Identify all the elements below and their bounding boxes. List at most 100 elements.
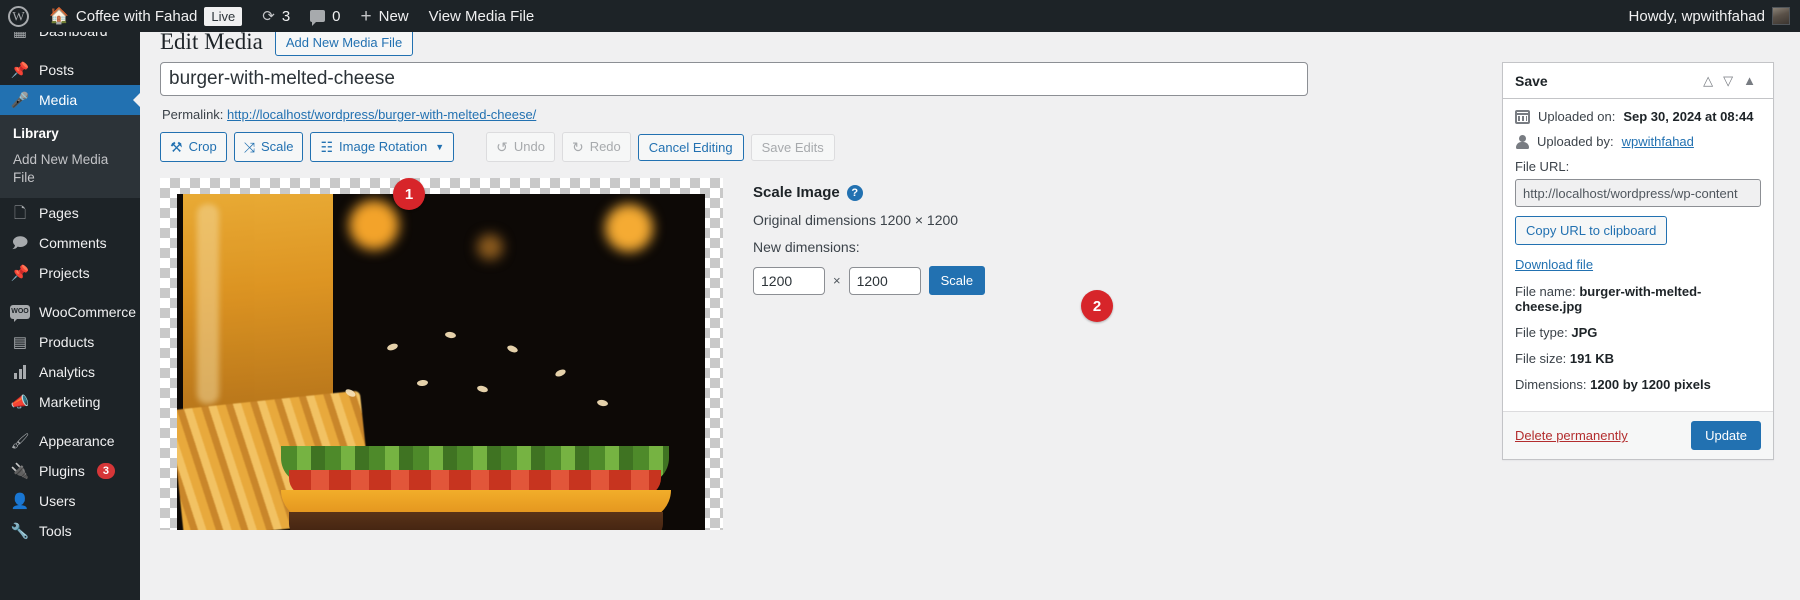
image-rotation-button[interactable]: ☷ Image Rotation ▼ bbox=[310, 132, 454, 162]
admin-sidebar: ▦ Dashboard 📌 Posts 🎤 Media Library Add … bbox=[0, 32, 140, 600]
burger-bun-top bbox=[295, 310, 655, 460]
download-file-link[interactable]: Download file bbox=[1515, 257, 1761, 272]
account-menu[interactable]: Howdy, wpwithfahad bbox=[1619, 0, 1800, 32]
bokeh-light bbox=[477, 234, 503, 260]
calendar-icon bbox=[1515, 110, 1530, 124]
help-icon[interactable]: ? bbox=[847, 185, 863, 201]
file-type-value: JPG bbox=[1571, 325, 1597, 340]
file-size-row: File size: 191 KB bbox=[1515, 351, 1761, 366]
move-down-icon[interactable]: ▽ bbox=[1718, 73, 1738, 89]
sidebar-item-plugins[interactable]: 🔌 Plugins 3 bbox=[0, 456, 140, 486]
wp-logo-menu[interactable] bbox=[0, 0, 39, 32]
sidebar-item-projects[interactable]: 📌 Projects bbox=[0, 258, 140, 288]
sidebar-item-label: Pages bbox=[39, 205, 79, 221]
plus-icon: + bbox=[361, 7, 372, 26]
move-up-icon[interactable]: △ bbox=[1698, 73, 1718, 89]
sidebar-item-label: Comments bbox=[39, 235, 107, 251]
menu-separator bbox=[0, 46, 140, 55]
products-icon: ▤ bbox=[10, 335, 30, 350]
sidebar-item-media[interactable]: 🎤 Media bbox=[0, 85, 140, 115]
image-editor-area: Scale Image ? Original dimensions 1200 ×… bbox=[160, 178, 1308, 530]
sidebar-item-users[interactable]: 👤 Users bbox=[0, 486, 140, 516]
file-size-value: 191 KB bbox=[1570, 351, 1614, 366]
redo-button[interactable]: ↻ Redo bbox=[562, 132, 631, 162]
update-button[interactable]: Update bbox=[1691, 421, 1761, 450]
page-header: Edit Media Add New Media File bbox=[140, 32, 1800, 62]
sidebar-item-tools[interactable]: 🔧 Tools bbox=[0, 516, 140, 546]
live-badge: Live bbox=[204, 7, 242, 26]
dimensions-value: 1200 by 1200 pixels bbox=[1590, 377, 1711, 392]
sidebar-item-products[interactable]: ▤ Products bbox=[0, 327, 140, 357]
toggle-panel-icon[interactable]: ▲ bbox=[1738, 73, 1761, 88]
undo-label: Undo bbox=[514, 139, 545, 155]
updates-icon: ⟳ bbox=[262, 7, 275, 25]
add-new-media-file-button[interactable]: Add New Media File bbox=[275, 32, 413, 56]
file-type-row: File type: JPG bbox=[1515, 325, 1761, 340]
cancel-editing-button[interactable]: Cancel Editing bbox=[638, 134, 744, 161]
media-image bbox=[177, 194, 705, 530]
file-type-label: File type: bbox=[1515, 325, 1568, 340]
megaphone-icon: 📣 bbox=[10, 395, 30, 410]
updates-menu[interactable]: ⟳ 3 bbox=[252, 0, 300, 32]
uploaded-by-label: Uploaded by: bbox=[1537, 134, 1614, 149]
editor-left-column: Permalink: http://localhost/wordpress/bu… bbox=[160, 62, 1308, 530]
image-canvas[interactable] bbox=[160, 178, 723, 530]
tools-icon: 🔧 bbox=[10, 524, 30, 539]
uploaded-by-link[interactable]: wpwithfahad bbox=[1622, 134, 1694, 149]
sidebar-item-label: Dashboard bbox=[39, 32, 108, 39]
crop-button[interactable]: ⚒ Crop bbox=[160, 132, 227, 162]
dimension-separator: × bbox=[833, 273, 841, 288]
delete-permanently-link[interactable]: Delete permanently bbox=[1515, 428, 1628, 443]
sidebar-item-posts[interactable]: 📌 Posts bbox=[0, 55, 140, 85]
dimensions-row: Dimensions: 1200 by 1200 pixels bbox=[1515, 377, 1761, 392]
sidebar-item-label: WooCommerce bbox=[39, 304, 136, 320]
scale-width-input[interactable] bbox=[753, 267, 825, 295]
scale-height-input[interactable] bbox=[849, 267, 921, 295]
sidebar-item-appearance[interactable]: 🖌 Appearance bbox=[0, 426, 140, 456]
comments-menu[interactable]: 0 bbox=[300, 0, 350, 32]
sidebar-item-pages[interactable]: 🗋 Pages bbox=[0, 198, 140, 228]
permalink-row: Permalink: http://localhost/wordpress/bu… bbox=[162, 107, 1308, 122]
brush-icon: 🖌 bbox=[10, 434, 30, 449]
file-url-input[interactable] bbox=[1515, 179, 1761, 207]
image-edit-toolbar: ⚒ Crop ⤨ Scale ☷ Image Rotation ▼ ↺ Undo bbox=[160, 132, 1308, 162]
sidebar-item-label: Projects bbox=[39, 265, 90, 281]
sidebar-item-analytics[interactable]: Analytics bbox=[0, 357, 140, 387]
file-url-label: File URL: bbox=[1515, 159, 1761, 174]
scale-button[interactable]: ⤨ Scale bbox=[234, 132, 304, 162]
scale-label: Scale bbox=[261, 139, 294, 155]
sidebar-item-comments[interactable]: 🗩 Comments bbox=[0, 228, 140, 258]
copy-url-button[interactable]: Copy URL to clipboard bbox=[1515, 216, 1667, 245]
sidebar-item-dashboard[interactable]: ▦ Dashboard bbox=[0, 32, 140, 46]
dashboard-icon: ▦ bbox=[10, 32, 30, 39]
page-title: Edit Media bbox=[160, 32, 263, 55]
undo-button[interactable]: ↺ Undo bbox=[486, 132, 555, 162]
permalink-link[interactable]: http://localhost/wordpress/burger-with-m… bbox=[227, 107, 536, 122]
bokeh-light bbox=[605, 204, 653, 252]
uploaded-on-value: Sep 30, 2024 at 08:44 bbox=[1623, 109, 1753, 124]
sidebar-item-library[interactable]: Library bbox=[0, 121, 140, 147]
sidebar-item-label: Analytics bbox=[39, 364, 95, 380]
menu-separator bbox=[0, 417, 140, 426]
sidebar-item-label: Marketing bbox=[39, 394, 100, 410]
comments-count: 0 bbox=[332, 8, 340, 25]
pin-icon: 📌 bbox=[10, 63, 30, 78]
uploaded-on-label: Uploaded on: bbox=[1538, 109, 1615, 124]
avatar bbox=[1772, 7, 1790, 25]
save-panel: Save △ ▽ ▲ Uploaded on: Sep 30, 2024 at … bbox=[1502, 62, 1774, 460]
new-content-menu[interactable]: + New bbox=[351, 0, 419, 32]
sidebar-item-woocommerce[interactable]: WOO WooCommerce bbox=[0, 297, 140, 327]
sidebar-item-add-new-media-file[interactable]: Add New Media File bbox=[0, 147, 140, 191]
view-media-file-link[interactable]: View Media File bbox=[419, 0, 545, 32]
media-title-input[interactable] bbox=[160, 62, 1308, 96]
plug-icon: 🔌 bbox=[10, 464, 30, 479]
save-edits-button[interactable]: Save Edits bbox=[751, 134, 835, 161]
site-name-label: Coffee with Fahad bbox=[76, 8, 197, 25]
site-name-menu[interactable]: 🏠 Coffee with Fahad Live bbox=[39, 0, 252, 32]
apply-scale-button[interactable]: Scale bbox=[929, 266, 986, 295]
sidebar-item-marketing[interactable]: 📣 Marketing bbox=[0, 387, 140, 417]
redo-icon: ↻ bbox=[572, 140, 584, 154]
crop-icon: ⚒ bbox=[170, 140, 183, 154]
sidebar-item-label: Users bbox=[39, 493, 76, 509]
original-dimensions-text: Original dimensions 1200 × 1200 bbox=[753, 212, 985, 228]
